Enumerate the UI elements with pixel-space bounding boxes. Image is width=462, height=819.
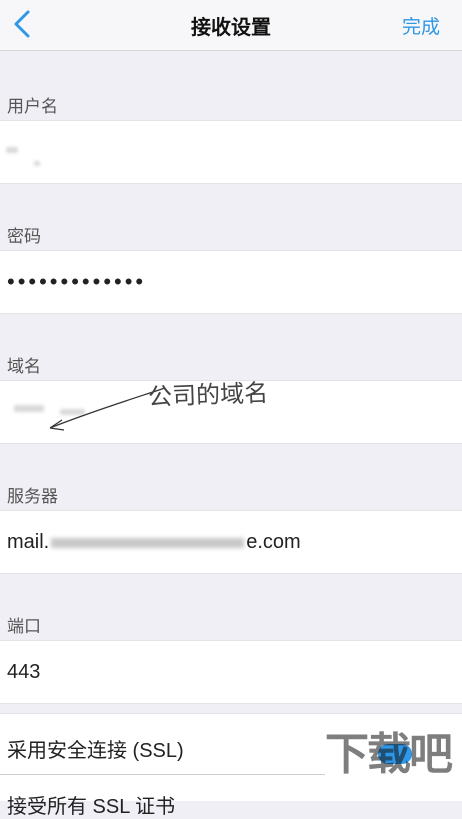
redaction-mark	[51, 537, 245, 548]
server-field[interactable]: mail. e.com	[0, 510, 462, 574]
username-field[interactable]	[0, 120, 462, 184]
accept-ssl-certificates-label[interactable]: 接受所有 SSL 证书	[7, 790, 175, 819]
done-button[interactable]: 完成	[402, 12, 440, 39]
password-value: •••••••••••••	[7, 269, 147, 294]
redaction-mark	[6, 147, 18, 153]
server-label: 服务器	[7, 487, 58, 506]
navigation-bar: 接收设置 完成	[0, 0, 462, 51]
password-label: 密码	[7, 227, 41, 246]
port-field[interactable]: 443	[0, 640, 462, 704]
server-value: mail. e.com	[7, 531, 301, 554]
handwritten-annotation: 公司的域名	[147, 378, 269, 412]
watermark-logo: 下载吧	[325, 729, 453, 780]
server-value-prefix: mail.	[7, 531, 50, 553]
port-label: 端口	[7, 617, 41, 636]
server-value-suffix: e.com	[246, 531, 301, 553]
password-field[interactable]: •••••••••••••	[0, 250, 462, 314]
port-value: 443	[7, 661, 41, 683]
page-title: 接收设置	[191, 17, 271, 39]
ssl-label: 采用安全连接 (SSL)	[7, 740, 184, 762]
username-label: 用户名	[7, 97, 58, 116]
domain-label: 域名	[7, 357, 41, 376]
divider	[0, 774, 325, 775]
redaction-mark	[34, 161, 40, 166]
